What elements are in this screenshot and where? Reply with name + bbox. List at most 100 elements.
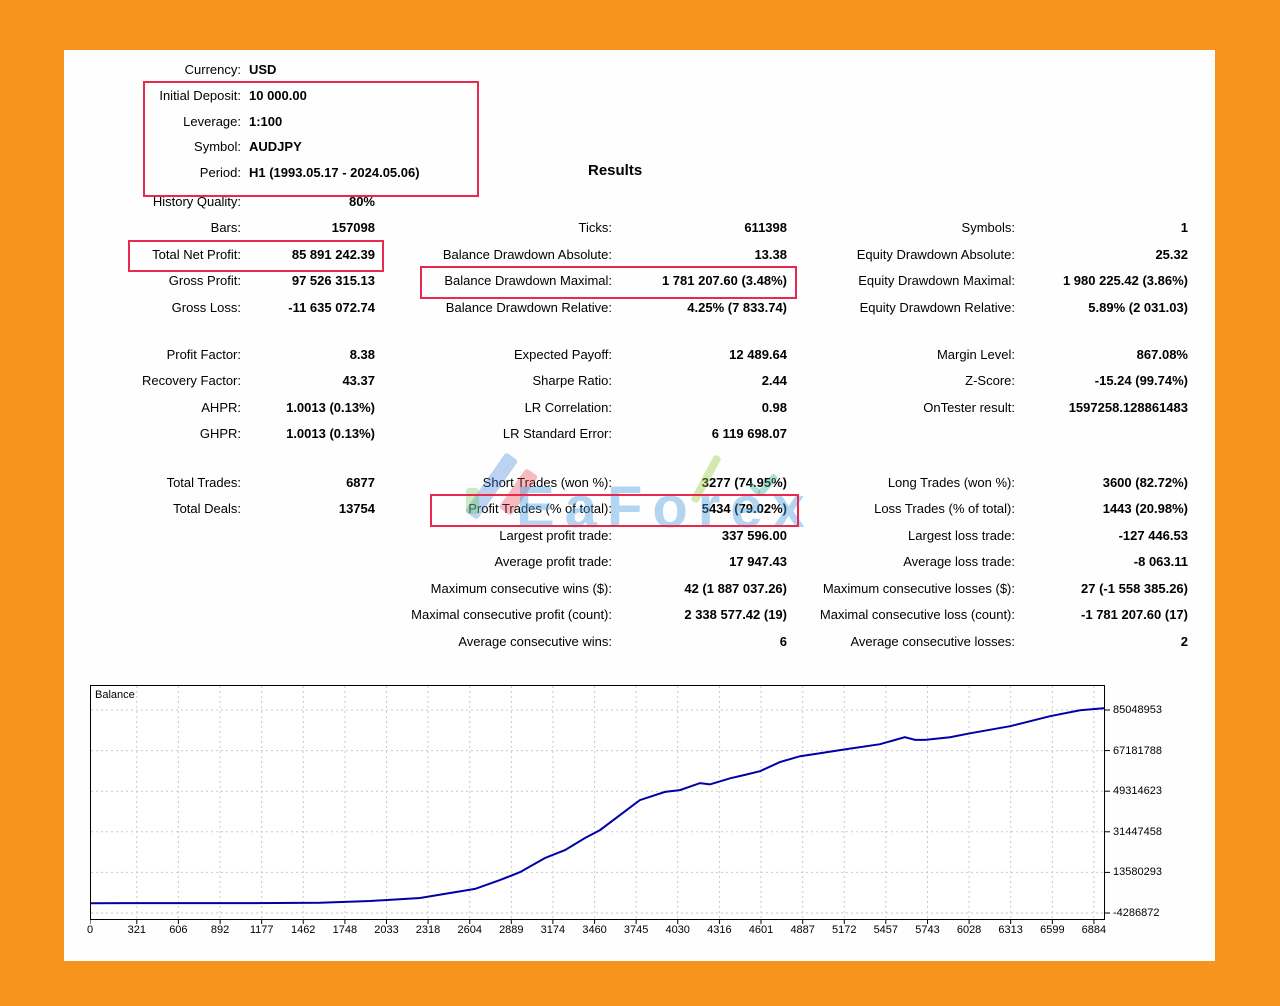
- stat-value: 6877: [346, 474, 375, 490]
- stat-value: 157098: [331, 220, 375, 236]
- y-tick-label: 31447458: [1113, 825, 1162, 838]
- stat-value: 4.25% (7 833.74): [687, 299, 787, 315]
- stat-label: Bars:: [210, 220, 241, 236]
- stat-label: Recovery Factor:: [142, 373, 241, 389]
- x-tick-label: 6884: [1081, 924, 1107, 936]
- stat-value: 25.32: [1155, 246, 1188, 262]
- stat-row: Maximal consecutive profit (count): 2 338…: [64, 602, 1188, 629]
- stat-label: Equity Drawdown Absolute:: [856, 246, 1015, 262]
- stat-label: Equity Drawdown Relative:: [859, 299, 1015, 315]
- stat-row: History Quality: 80%: [64, 188, 1188, 215]
- stat-value: 611398: [744, 220, 787, 236]
- stat-value: 2.44: [761, 373, 787, 389]
- x-tick-label: 1462: [290, 924, 316, 936]
- stat-label: Total Deals:: [173, 501, 241, 517]
- x-tick-label: 2318: [415, 924, 441, 936]
- stat-value: 867.08%: [1136, 346, 1188, 362]
- stat-value: 337 596.00: [721, 527, 787, 543]
- stat-row: Total Trades: 6877 Short Trades (won %): 32…: [64, 469, 1188, 496]
- stat-label: Largest profit trade:: [499, 527, 612, 543]
- stat-row: AHPR: 1.0013 (0.13%) LR Correlation: 0.98 On…: [64, 394, 1188, 421]
- stat-value: 43.37: [342, 373, 375, 389]
- x-tick-label: 321: [127, 924, 146, 936]
- stat-label: Short Trades (won %):: [482, 474, 612, 490]
- stat-label: LR Correlation:: [524, 399, 612, 415]
- header-label: Symbol:: [194, 139, 241, 155]
- y-tick-label: 85048953: [1113, 704, 1162, 716]
- stat-row: Average profit trade: 17 947.43 Average lo…: [64, 549, 1188, 576]
- x-tick-label: 2889: [499, 924, 524, 936]
- x-tick-label: 6028: [956, 924, 982, 936]
- stat-value: 3277 (74.95%): [701, 474, 787, 490]
- stat-label: Ticks:: [578, 220, 612, 236]
- stat-value: 1: [1180, 220, 1188, 236]
- stat-label: Maximum consecutive losses ($):: [822, 580, 1015, 596]
- stat-row: Total Net Profit: 85 891 242.39 Balance Dr…: [64, 241, 1188, 268]
- stat-label: Average consecutive wins:: [458, 633, 612, 649]
- stat-label: Symbols:: [961, 220, 1015, 236]
- header-value: 1:100: [249, 113, 283, 129]
- stat-label: Average loss trade:: [903, 554, 1015, 570]
- x-tick-label: 1748: [332, 924, 358, 936]
- x-tick-label: 4887: [790, 924, 815, 936]
- stat-label: Maximum consecutive wins ($):: [430, 580, 612, 596]
- x-tick-label: 5457: [873, 924, 899, 936]
- x-tick-label: 2033: [374, 924, 399, 936]
- x-tick-label: 4030: [665, 924, 690, 936]
- stat-row: Total Deals: 13754 Profit Trades (% of tot…: [64, 496, 1188, 523]
- x-tick-label: 3745: [623, 924, 649, 936]
- stat-value: 0.98: [761, 399, 787, 415]
- header-label: Period:: [199, 165, 241, 181]
- stat-value: 42 (1 887 037.26): [684, 580, 787, 596]
- stat-value: 6: [779, 633, 787, 649]
- stat-label: Average profit trade:: [494, 554, 612, 570]
- stat-value: 5434 (79.02%): [701, 501, 787, 517]
- stat-value: 8.38: [349, 346, 375, 362]
- stat-label: Maximal consecutive loss (count):: [819, 607, 1015, 623]
- x-tick-label: 0: [86, 924, 94, 936]
- stat-label: Gross Profit:: [168, 273, 241, 289]
- stat-row: Gross Profit: 97 526 315.13 Balance Drawdo…: [64, 268, 1188, 295]
- header-row: Leverage: 1:100: [64, 108, 704, 134]
- stat-value: -1 781 207.60 (17): [1081, 607, 1188, 623]
- stat-label: Largest loss trade:: [908, 527, 1015, 543]
- stat-label: History Quality:: [152, 193, 241, 209]
- stat-label: Equity Drawdown Maximal:: [858, 273, 1015, 289]
- stat-value: 3600 (82.72%): [1102, 474, 1188, 490]
- stat-label: Balance Drawdown Relative:: [445, 299, 612, 315]
- stat-value: 97 526 315.13: [291, 273, 375, 289]
- x-tick-label: 6599: [1040, 924, 1065, 936]
- stat-value: 1.0013 (0.13%): [286, 399, 375, 415]
- header-value: AUDJPY: [249, 139, 302, 155]
- stat-value: 17 947.43: [729, 554, 787, 570]
- stat-row: Profit Factor: 8.38 Expected Payoff: 12 489…: [64, 341, 1188, 368]
- stat-label: Profit Factor:: [166, 346, 241, 362]
- stat-label: Balance Drawdown Absolute:: [442, 246, 612, 262]
- x-tick-label: 2604: [457, 924, 482, 936]
- stat-label: Maximal consecutive profit (count):: [411, 607, 612, 623]
- y-tick-label: 13580293: [1113, 866, 1162, 879]
- x-tick-label: 1177: [249, 924, 274, 936]
- stat-label: GHPR:: [199, 426, 241, 442]
- x-tick-label: 5172: [832, 924, 857, 936]
- stat-value: 85 891 242.39: [291, 246, 375, 262]
- y-tick-label: 67181788: [1113, 744, 1162, 757]
- y-tick-label: 49314623: [1113, 785, 1162, 798]
- stats-group-summary: History Quality: 80% Bars: 157098 Ticks: 6113…: [64, 188, 1188, 321]
- stat-value: 1.0013 (0.13%): [286, 426, 375, 442]
- header-label: Initial Deposit:: [159, 88, 241, 104]
- stat-value: 2: [1180, 633, 1188, 649]
- results-title: Results: [588, 162, 643, 179]
- stat-value: -127 446.53: [1118, 527, 1188, 543]
- stat-value: -8 063.11: [1133, 554, 1188, 570]
- stat-row: Average consecutive wins: 6 Average consec…: [64, 628, 1188, 655]
- stat-value: 1 980 225.42 (3.86%): [1062, 273, 1188, 289]
- stat-label: Z-Score:: [965, 373, 1015, 389]
- stat-value: 13754: [338, 501, 375, 517]
- stat-value: -15.24 (99.74%): [1094, 373, 1188, 389]
- stat-value: 80%: [348, 193, 375, 209]
- stat-value: 12 489.64: [729, 346, 787, 362]
- stat-row: Bars: 157098 Ticks: 611398 Symbols: 1: [64, 215, 1188, 242]
- stat-label: Loss Trades (% of total):: [874, 501, 1015, 517]
- chart-x-axis-labels: 0 321 606 892 1177 1462 1748 2033 2318 2604 2889 31…: [87, 924, 1150, 938]
